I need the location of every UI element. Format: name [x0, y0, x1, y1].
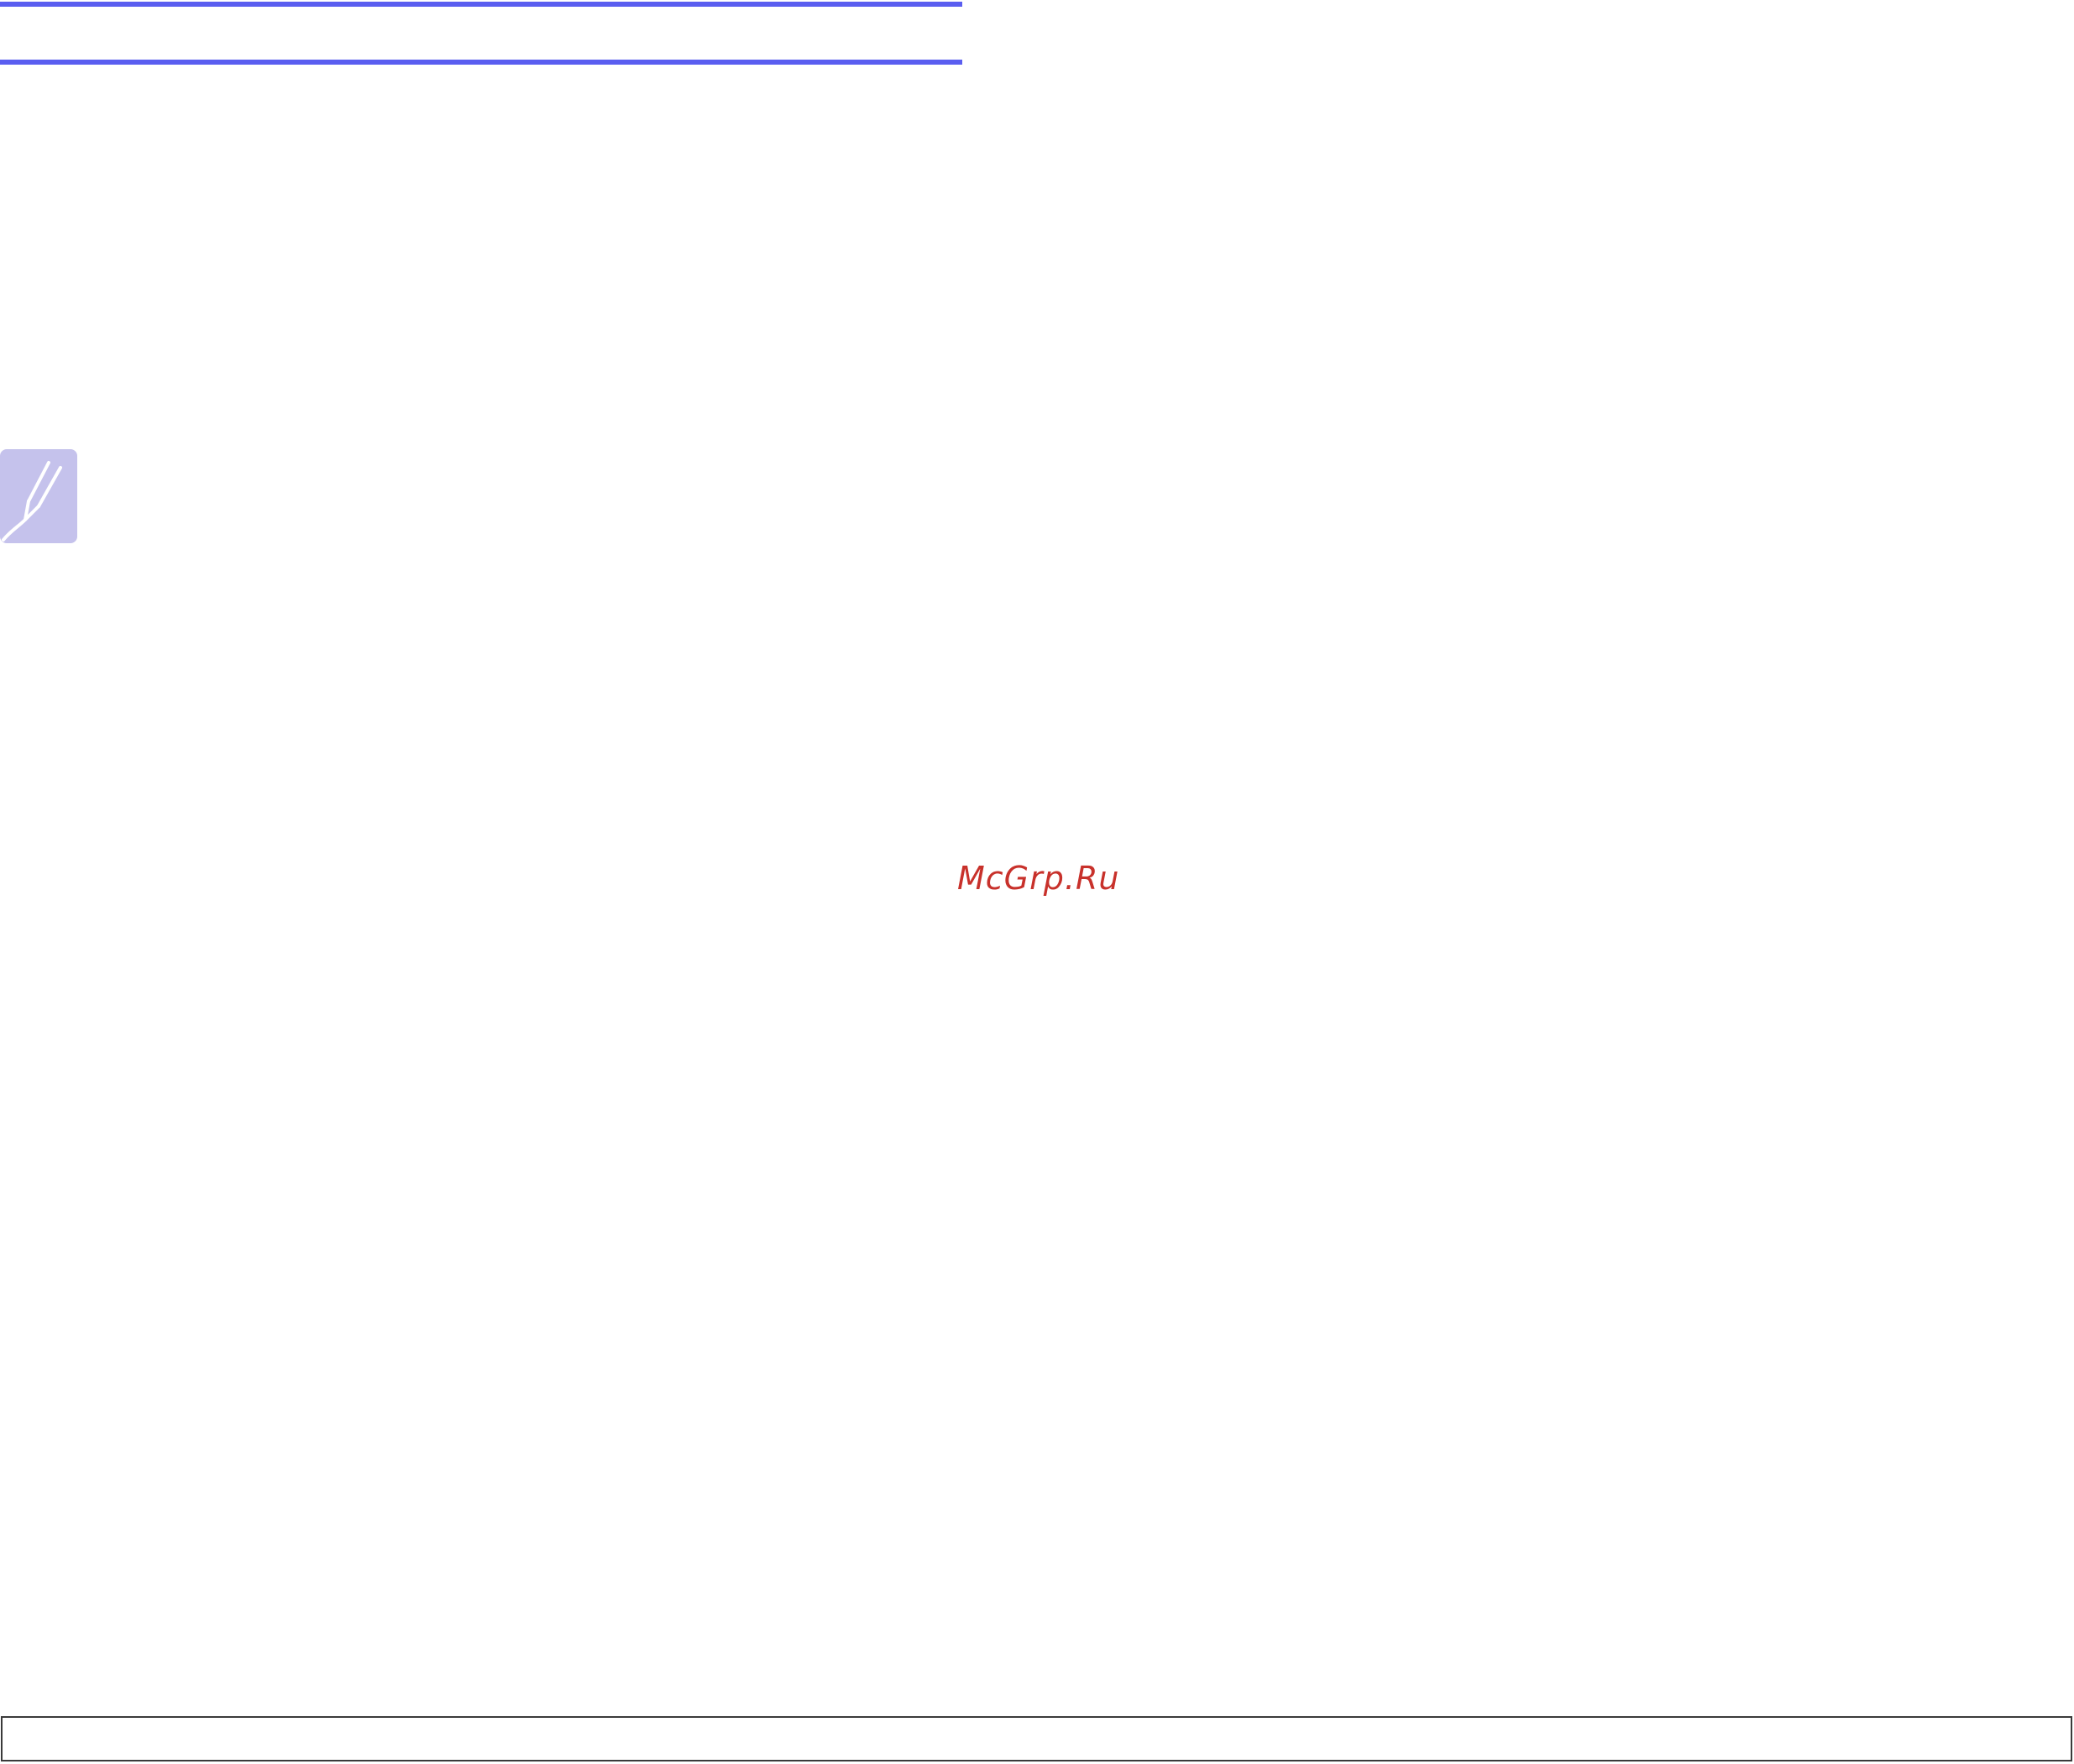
header-rule-top	[0, 2, 962, 7]
footer-box	[1, 1716, 2072, 1761]
note-pencil-icon	[0, 449, 77, 543]
header-rule-bottom	[0, 60, 962, 65]
watermark: McGrp.Ru	[957, 860, 1120, 897]
